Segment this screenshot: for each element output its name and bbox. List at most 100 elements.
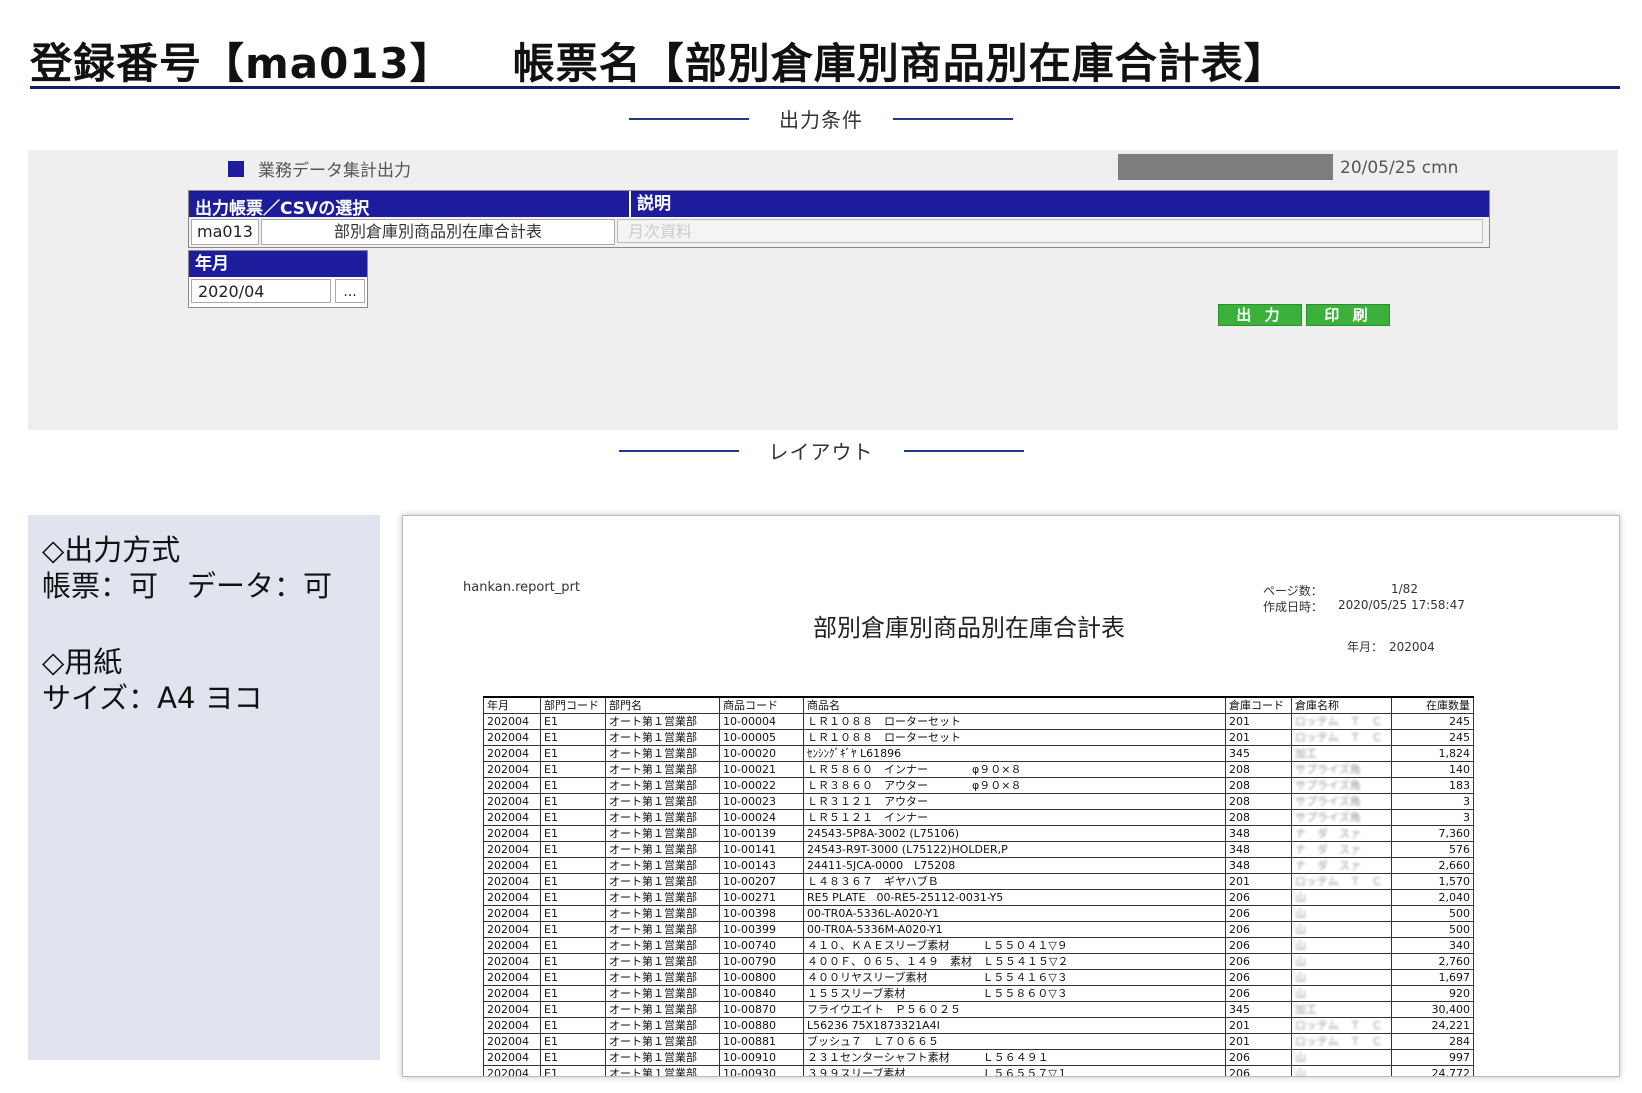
table-cell: 202004 (483, 745, 541, 762)
table-cell: 345 (1225, 1001, 1292, 1018)
table-cell: 202004 (483, 1017, 541, 1034)
table-row: 202004 E1 オート第１営業部 10-00930 ３９９スリーブ素材 Ｌ５６５５７… (483, 1065, 1474, 1076)
table-cell: 山 (1291, 937, 1392, 954)
table-cell: 7,360 (1391, 825, 1474, 842)
table-cell: 10-00139 (719, 825, 804, 842)
table-cell: 2,760 (1391, 953, 1474, 970)
table-cell: 201 (1225, 1033, 1292, 1050)
table-cell: E1 (540, 857, 606, 874)
table-cell: 10-00880 (719, 1017, 804, 1034)
table-cell: 24,772 (1391, 1065, 1474, 1076)
table-cell: 340 (1391, 937, 1474, 954)
report-system-id: hankan.report_prt (463, 580, 580, 595)
year-month-input[interactable]: 2020/04 (191, 279, 331, 303)
report-code-cell[interactable]: ma013 (191, 219, 259, 245)
col-header: 商品コード (719, 696, 804, 714)
table-row: 202004 E1 オート第１営業部 10-00910 ２３１センターシャフト素材 Ｌ５… (483, 1049, 1474, 1066)
col-header: 商品名 (803, 696, 1226, 714)
table-cell: ＬＲ１０８８ ローターセット (803, 713, 1226, 730)
print-button[interactable]: 印 刷 (1306, 304, 1390, 326)
table-row: 202004 E1 オート第１営業部 10-00021 ＬＲ５８６０ インナー φ９０×… (483, 761, 1474, 778)
table-cell: オート第１営業部 (605, 777, 720, 794)
table-cell: ２３１センターシャフト素材 Ｌ５６４９１ (803, 1049, 1226, 1066)
table-cell: 202004 (483, 777, 541, 794)
table-cell: 山 (1291, 889, 1392, 906)
table-cell: 201 (1225, 873, 1292, 890)
table-cell: 208 (1225, 793, 1292, 810)
table-cell: 加工 (1291, 745, 1392, 762)
table-cell: 10-00398 (719, 905, 804, 922)
table-cell: 206 (1225, 921, 1292, 938)
report-description-cell: 月次資料 (617, 219, 1483, 243)
page-title: 登録番号【ma013】 帳票名【部別倉庫別商品別在庫合計表】 (30, 30, 1620, 89)
table-cell: オート第１営業部 (605, 841, 720, 858)
table-cell: 202004 (483, 1049, 541, 1066)
output-button[interactable]: 出 力 (1218, 304, 1302, 326)
table-cell: E1 (540, 889, 606, 906)
table-cell: 00-TR0A-5336L-A020-Y1 (803, 905, 1226, 922)
table-cell: オート第１営業部 (605, 1049, 720, 1066)
report-created-label: 作成日時： (1263, 600, 1324, 614)
table-cell: 10-00930 (719, 1065, 804, 1076)
table-cell: L56236 75X1873321A4I (803, 1017, 1226, 1034)
table-cell: 500 (1391, 905, 1474, 922)
table-cell: オート第１営業部 (605, 761, 720, 778)
table-cell: オート第１営業部 (605, 985, 720, 1002)
table-cell: オート第１営業部 (605, 937, 720, 954)
table-cell: 208 (1225, 777, 1292, 794)
table-row: 202004 E1 オート第１営業部 10-00880 L56236 75X187332… (483, 1017, 1474, 1034)
table-cell: 202004 (483, 793, 541, 810)
table-cell: ４１０、ＫＡＥスリーブ素材 Ｌ５５０４１▽９ (803, 937, 1226, 954)
output-info-box: ◇出力方式 帳票：可 データ：可 ◇用紙 サイズ：A4 ヨコ (28, 515, 380, 1060)
table-cell: 201 (1225, 713, 1292, 730)
table-cell: E1 (540, 953, 606, 970)
table-cell: 206 (1225, 969, 1292, 986)
table-cell: ロッテム Ｔ Ｃ (1291, 1033, 1392, 1050)
table-cell: E1 (540, 809, 606, 826)
table-cell: ＬＲ５８６０ インナー φ９０×８ (803, 761, 1226, 778)
table-cell: 加工 (1291, 1001, 1392, 1018)
table-cell: オート第１営業部 (605, 905, 720, 922)
table-cell: 576 (1391, 841, 1474, 858)
table-cell: E1 (540, 713, 606, 730)
table-cell: 202004 (483, 1001, 541, 1018)
table-cell: 206 (1225, 937, 1292, 954)
table-cell: 10-00004 (719, 713, 804, 730)
year-month-picker-button[interactable]: ... (335, 279, 365, 303)
table-cell: 山 (1291, 985, 1392, 1002)
table-row: 202004 E1 オート第１営業部 10-00740 ４１０、ＫＡＥスリーブ素材 Ｌ５… (483, 937, 1474, 954)
table-cell: 10-00207 (719, 873, 804, 890)
col-header: 部門コード (540, 696, 606, 714)
report-title: 部別倉庫別商品別在庫合計表 (813, 614, 1125, 642)
table-cell: E1 (540, 873, 606, 890)
table-row: 202004 E1 オート第１営業部 10-00004 ＬＲ１０８８ ローターセット 20… (483, 713, 1474, 730)
table-cell: 920 (1391, 985, 1474, 1002)
table-cell: E1 (540, 1033, 606, 1050)
table-cell: 202004 (483, 937, 541, 954)
table-cell: 348 (1225, 857, 1292, 874)
table-cell: 202004 (483, 1033, 541, 1050)
table-cell: 202004 (483, 729, 541, 746)
table-row: 202004 E1 オート第１営業部 10-00143 24411-5JCA-0000 … (483, 857, 1474, 874)
table-cell: オート第１営業部 (605, 921, 720, 938)
table-cell: ロッテム Ｔ Ｃ (1291, 713, 1392, 730)
table-row: 202004 E1 オート第１営業部 10-00139 24543-5P8A-3002 … (483, 825, 1474, 842)
table-cell: E1 (540, 777, 606, 794)
table-cell: 24543-5P8A-3002 (L75106) (803, 825, 1226, 842)
report-name-cell[interactable]: 部別倉庫別商品別在庫合計表 (261, 219, 615, 245)
table-cell: 10-00005 (719, 729, 804, 746)
table-cell: 2,040 (1391, 889, 1474, 906)
report-created-value: 2020/05/25 17:58:47 (1338, 598, 1465, 612)
report-select-row[interactable]: ma013 部別倉庫別商品別在庫合計表 月次資料 (189, 217, 1489, 247)
table-cell: 208 (1225, 809, 1292, 826)
table-row: 202004 E1 オート第１営業部 10-00005 ＬＲ１０８８ ローターセット 20… (483, 729, 1474, 746)
table-cell: 山 (1291, 1065, 1392, 1076)
table-cell: サプライズ角 (1291, 793, 1392, 810)
table-row: 202004 E1 オート第１営業部 10-00881 ブッシュ７ Ｌ７０６６５ 201 ロ… (483, 1033, 1474, 1050)
table-cell: 山 (1291, 921, 1392, 938)
table-cell: E1 (540, 921, 606, 938)
table-cell: オート第１営業部 (605, 953, 720, 970)
report-year-month: 年月： 202004 (1347, 640, 1435, 654)
table-cell: 202004 (483, 761, 541, 778)
table-cell: オート第１営業部 (605, 713, 720, 730)
